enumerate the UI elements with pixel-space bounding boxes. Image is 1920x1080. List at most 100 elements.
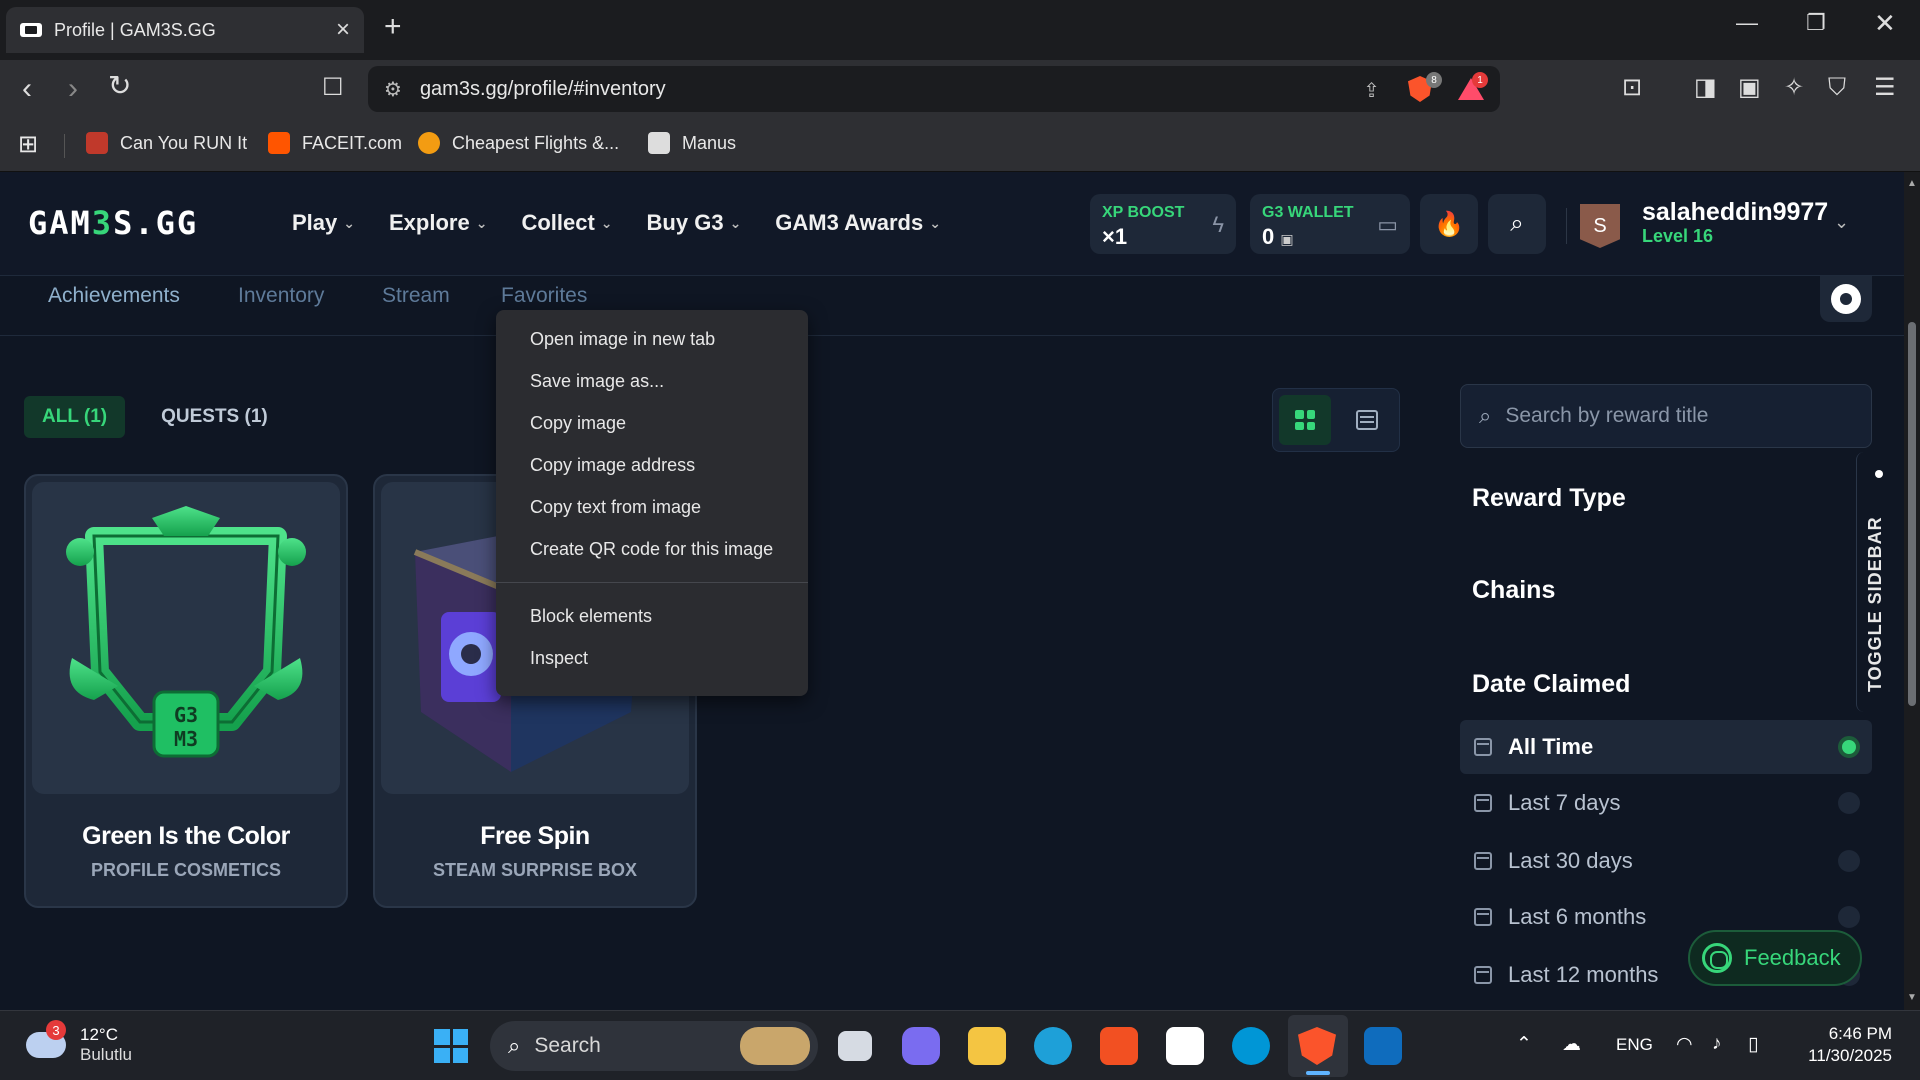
bookmark-item[interactable]: Cheapest Flights &...: [418, 132, 619, 154]
browser-tab[interactable]: Profile | GAM3S.GG ×: [6, 7, 364, 53]
bookmark-icon[interactable]: ☐: [322, 76, 344, 100]
sidebar-icon[interactable]: ◨: [1694, 76, 1717, 100]
list-view-button[interactable]: [1341, 395, 1393, 445]
nav-buy-g3[interactable]: Buy G3 ⌄: [647, 210, 742, 236]
radio-unselected[interactable]: [1838, 792, 1860, 814]
nav-explore[interactable]: Explore ⌄: [389, 210, 487, 236]
edge-icon[interactable]: [1034, 1027, 1072, 1065]
nav-collect[interactable]: Collect ⌄: [521, 210, 612, 236]
menu-open-image-new-tab[interactable]: Open image in new tab: [496, 318, 808, 360]
language-indicator[interactable]: ENG: [1616, 1035, 1653, 1055]
menu-block-elements[interactable]: Block elements: [496, 595, 808, 637]
battery-icon[interactable]: ▯: [1748, 1033, 1758, 1056]
forward-icon[interactable]: ›: [68, 74, 78, 104]
hp-icon[interactable]: [1232, 1027, 1270, 1065]
radio-unselected[interactable]: [1838, 850, 1860, 872]
taskbar-search[interactable]: ⌕ Search: [490, 1021, 818, 1071]
filter-quests[interactable]: QUESTS (1): [143, 396, 286, 438]
reward-image[interactable]: G3 M3: [32, 482, 340, 794]
bookmark-item[interactable]: FACEIT.com: [268, 132, 402, 154]
outlook-icon[interactable]: [1364, 1027, 1402, 1065]
reward-search[interactable]: ⌕: [1460, 384, 1872, 448]
scroll-down-icon[interactable]: ▼: [1907, 992, 1917, 1003]
menu-copy-image[interactable]: Copy image: [496, 402, 808, 444]
tab-achievements[interactable]: Achievements: [48, 284, 180, 308]
menu-copy-text-from-image[interactable]: Copy text from image: [496, 486, 808, 528]
weather-widget[interactable]: 3 12°C Bulutlu: [26, 1020, 132, 1065]
search-button[interactable]: ⌕: [1488, 194, 1546, 254]
volume-icon[interactable]: ♪: [1712, 1033, 1722, 1055]
bookmark-item[interactable]: Manus: [648, 132, 736, 154]
xp-boost-widget[interactable]: XP BOOST ×1 ϟ: [1090, 194, 1236, 254]
username[interactable]: salaheddin9977: [1642, 198, 1828, 227]
vpn-icon[interactable]: ⛉: [1828, 76, 1846, 100]
streak-button[interactable]: 🔥: [1420, 194, 1478, 254]
date-option-30-days[interactable]: Last 30 days: [1460, 834, 1872, 888]
bookmark-item[interactable]: Can You RUN It: [86, 132, 247, 154]
microsoft-store-icon[interactable]: [1100, 1027, 1138, 1065]
chevron-down-icon[interactable]: ⌄: [1834, 212, 1849, 233]
menu-save-image[interactable]: Save image as...: [496, 360, 808, 402]
apps-grid-icon[interactable]: ⊞: [18, 130, 38, 159]
chains-heading[interactable]: Chains: [1472, 576, 1555, 605]
date-option-7-days[interactable]: Last 7 days: [1460, 776, 1872, 830]
file-explorer-icon[interactable]: [968, 1027, 1006, 1065]
date-claimed-heading[interactable]: Date Claimed: [1472, 670, 1630, 699]
back-icon[interactable]: ‹: [22, 74, 32, 104]
site-settings-icon[interactable]: ⚙: [384, 77, 402, 102]
system-clock[interactable]: 6:46 PM 11/30/2025: [1796, 1023, 1892, 1067]
profile-tabs: Achievements Inventory Stream Favorites: [0, 276, 1904, 336]
scrollbar-thumb[interactable]: [1908, 322, 1916, 706]
reader-mode-icon[interactable]: ⊡: [1622, 76, 1642, 100]
radio-selected[interactable]: [1838, 736, 1860, 758]
toggle-sidebar-button[interactable]: TOGGLE SIDEBAR: [1856, 452, 1900, 712]
close-window-icon[interactable]: ✕: [1874, 8, 1896, 39]
filter-all[interactable]: ALL (1): [24, 396, 126, 438]
page-scrollbar[interactable]: ▲ ▼: [1904, 172, 1920, 1010]
scroll-up-icon[interactable]: ▲: [1907, 178, 1917, 189]
g3-wallet-widget[interactable]: G3 WALLET 0 ▣ ▭: [1250, 194, 1410, 254]
nav-play[interactable]: Play ⌄: [292, 210, 355, 236]
copilot-icon[interactable]: [902, 1027, 940, 1065]
reward-type-heading[interactable]: Reward Type: [1472, 484, 1626, 513]
reload-icon[interactable]: ↻: [108, 72, 131, 100]
leo-ai-icon[interactable]: ✧: [1784, 76, 1804, 100]
address-bar[interactable]: ⚙ gam3s.gg/profile/#inventory ⇪ 8 1: [368, 66, 1500, 112]
reward-search-input[interactable]: [1505, 404, 1846, 428]
steam-button[interactable]: [1820, 276, 1872, 322]
radio-unselected[interactable]: [1838, 906, 1860, 928]
tab-stream[interactable]: Stream: [382, 284, 450, 308]
calendar-icon: [1474, 852, 1492, 870]
menu-create-qr-code[interactable]: Create QR code for this image: [496, 528, 808, 570]
show-hidden-icons-icon[interactable]: ⌃: [1516, 1033, 1532, 1056]
weather-temp: 12°C: [80, 1025, 118, 1044]
toggle-dot: [1875, 470, 1883, 478]
wifi-icon[interactable]: ◠: [1676, 1033, 1693, 1056]
date-option-all-time[interactable]: All Time: [1460, 720, 1872, 774]
inventory-filters: ALL (1) QUESTS (1): [24, 396, 286, 438]
tab-favorites[interactable]: Favorites: [501, 284, 587, 308]
grid-icon: [1295, 410, 1315, 430]
onedrive-icon[interactable]: ☁: [1562, 1033, 1581, 1056]
avatar[interactable]: S: [1580, 204, 1620, 248]
reward-category: STEAM SURPRISE BOX: [432, 860, 638, 880]
menu-inspect[interactable]: Inspect: [496, 637, 808, 679]
windows-start-icon[interactable]: [434, 1029, 468, 1063]
reward-card[interactable]: G3 M3 Green Is the Color PROFILE COSMETI…: [24, 474, 348, 908]
new-tab-icon[interactable]: +: [384, 12, 402, 42]
grid-view-button[interactable]: [1279, 395, 1331, 445]
task-view-icon[interactable]: [838, 1031, 872, 1061]
menu-copy-image-address[interactable]: Copy image address: [496, 444, 808, 486]
menu-icon[interactable]: ☰: [1874, 76, 1896, 100]
chevron-down-icon: ⌄: [600, 214, 613, 231]
nav-gam3-awards[interactable]: GAM3 Awards ⌄: [775, 210, 941, 236]
close-tab-icon[interactable]: ×: [336, 18, 350, 42]
wallet-icon[interactable]: ▣: [1738, 76, 1761, 100]
tab-inventory[interactable]: Inventory: [238, 284, 324, 308]
share-icon[interactable]: ⇪: [1363, 78, 1380, 103]
feedback-button[interactable]: Feedback: [1688, 930, 1862, 986]
minimize-icon[interactable]: —: [1736, 10, 1758, 36]
site-logo[interactable]: GAM3S.GG: [28, 204, 198, 242]
amazon-icon[interactable]: [1166, 1027, 1204, 1065]
restore-icon[interactable]: ❐: [1806, 10, 1826, 36]
